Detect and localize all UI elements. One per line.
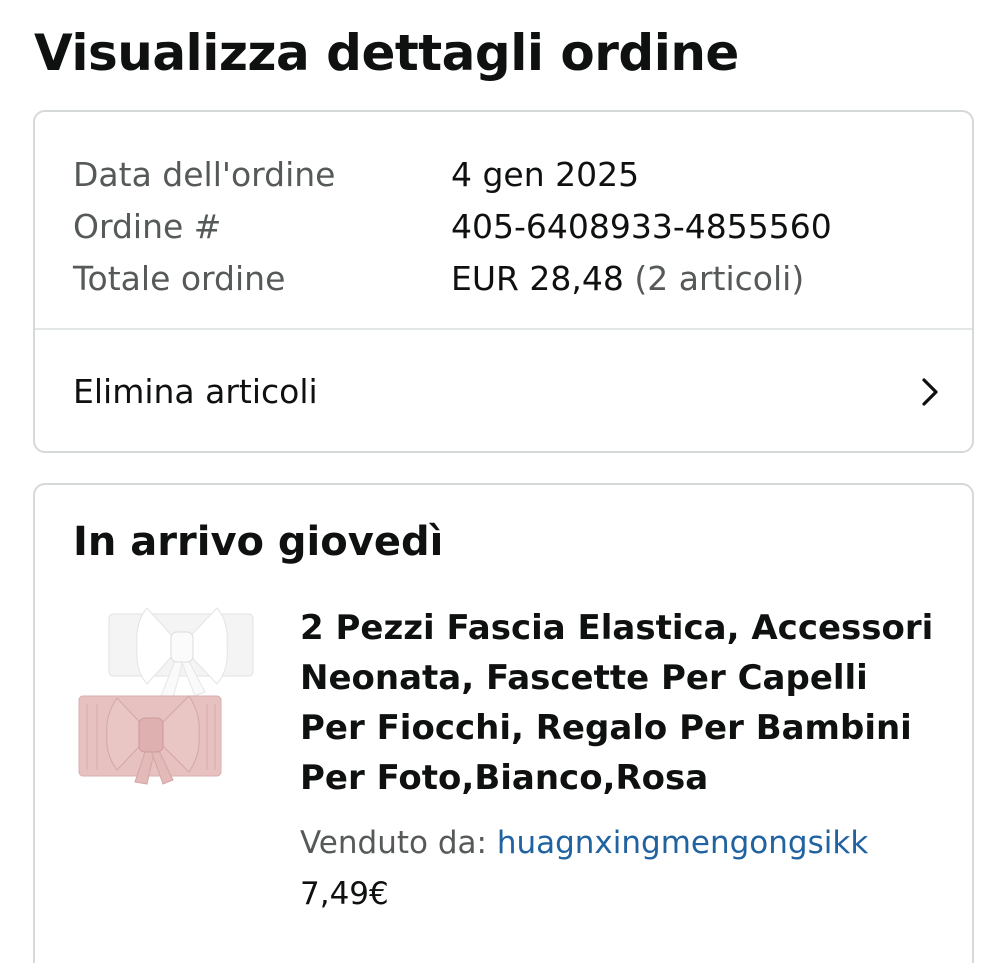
- order-number-row: Ordine # 405-6408933-4855560: [73, 200, 832, 252]
- order-total-amount: EUR 28,48: [451, 258, 624, 298]
- seller-name-link[interactable]: huagnxingmengongsikk: [497, 825, 868, 861]
- remove-items-label: Elimina articoli: [73, 372, 318, 411]
- order-item-count: (2 articoli): [634, 258, 805, 298]
- order-total-label: Totale ordine: [73, 258, 286, 298]
- order-date-label: Data dell'ordine: [73, 154, 336, 194]
- product-title-link[interactable]: 2 Pezzi Fascia Elastica, Accessori Neona…: [300, 603, 940, 803]
- order-total-row: Totale ordine EUR 28,48 (2 articoli): [73, 252, 832, 304]
- chevron-right-icon: [922, 377, 938, 406]
- delivery-status-heading: In arrivo giovedì: [73, 519, 444, 565]
- remove-items-row[interactable]: Elimina articoli: [35, 330, 972, 453]
- order-number-value: 405-6408933-4855560: [451, 206, 832, 246]
- item-price: 7,49€: [300, 876, 389, 912]
- seller-label: Venduto da:: [300, 825, 487, 861]
- order-number-label: Ordine #: [73, 206, 222, 246]
- seller-line: Venduto da: huagnxingmengongsikk: [300, 825, 868, 861]
- shipment-card: In arrivo giovedì 2 Pezzi Fascia Elastic…: [33, 483, 974, 963]
- order-total-value: EUR 28,48 (2 articoli): [451, 259, 804, 298]
- product-image[interactable]: [77, 600, 257, 790]
- order-summary-card: Data dell'ordine 4 gen 2025 Ordine # 405…: [33, 110, 974, 453]
- order-summary-rows: Data dell'ordine 4 gen 2025 Ordine # 405…: [73, 148, 832, 304]
- page-title: Visualizza dettagli ordine: [34, 24, 739, 82]
- order-date-row: Data dell'ordine 4 gen 2025: [73, 148, 832, 200]
- order-date-value: 4 gen 2025: [451, 154, 640, 194]
